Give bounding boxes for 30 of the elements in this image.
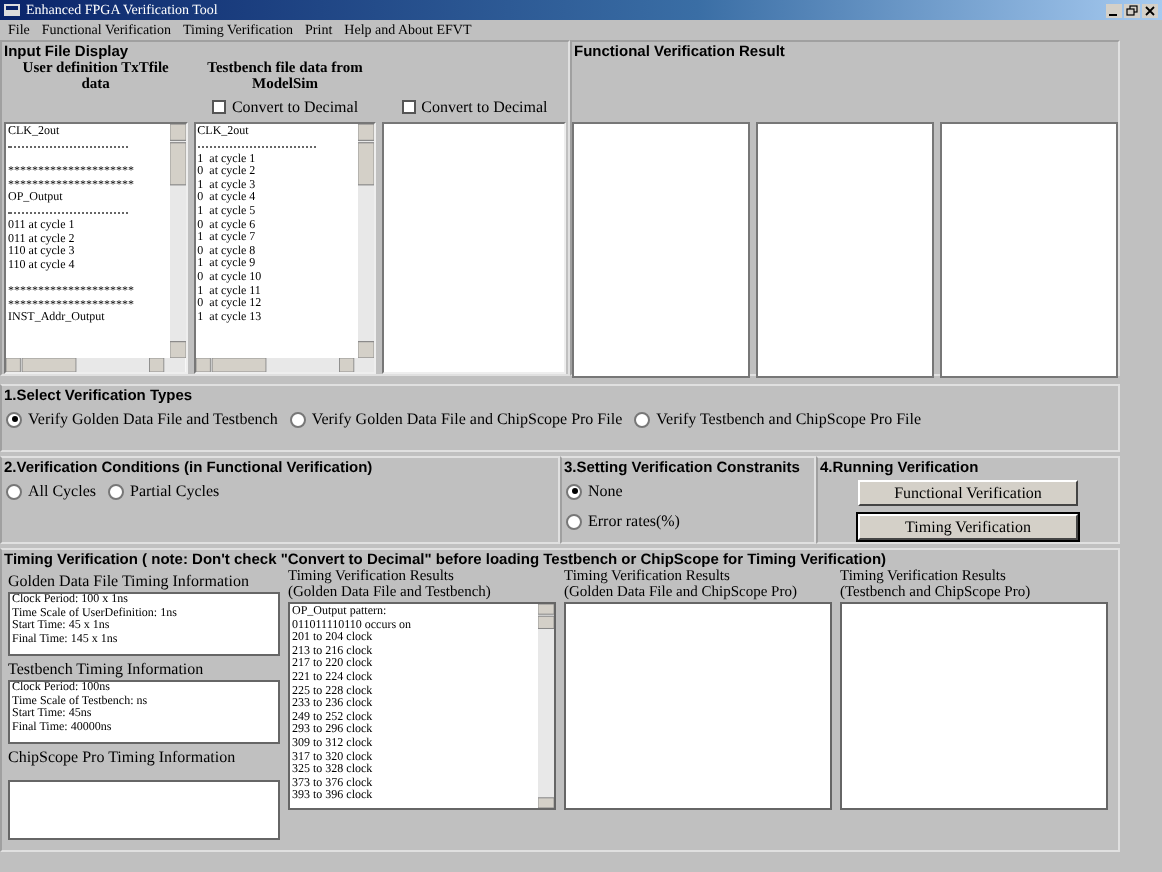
result-box[interactable] bbox=[940, 122, 1118, 378]
radio-option[interactable]: Partial Cycles bbox=[108, 482, 220, 500]
verification-button[interactable]: Functional Verification bbox=[858, 480, 1078, 506]
radio-option[interactable]: Verify Golden Data File and Testbench bbox=[6, 410, 278, 428]
radio-option[interactable]: None bbox=[566, 482, 810, 500]
results-box[interactable] bbox=[288, 602, 556, 810]
horizontal-scrollbar[interactable] bbox=[6, 358, 186, 372]
results-box[interactable] bbox=[840, 602, 1108, 810]
info-label: Golden Data File Timing Information bbox=[8, 572, 251, 592]
restore-icon[interactable] bbox=[1124, 3, 1140, 17]
minimize-icon[interactable] bbox=[1106, 3, 1122, 17]
radio-option[interactable]: Error rates(%) bbox=[566, 512, 810, 530]
verification-button[interactable]: Timing Verification bbox=[858, 514, 1078, 540]
horizontal-scrollbar[interactable] bbox=[195, 358, 375, 372]
radio-option[interactable]: Verify Testbench and ChipScope Pro File bbox=[634, 410, 922, 428]
radio-option[interactable]: Verify Golden Data File and ChipScope Pro File bbox=[289, 410, 623, 428]
results-box[interactable] bbox=[564, 602, 832, 810]
radio-option[interactable]: All Cycles bbox=[6, 482, 96, 500]
vertical-scrollbar[interactable] bbox=[538, 604, 554, 808]
info-label: ChipScope Pro Timing Information bbox=[8, 748, 238, 768]
vertical-scrollbar[interactable] bbox=[358, 124, 375, 358]
result-box[interactable] bbox=[756, 122, 934, 378]
convert-checkbox[interactable]: Convert to Decimal bbox=[211, 98, 359, 116]
info-box[interactable] bbox=[8, 780, 280, 840]
vertical-scrollbar[interactable] bbox=[169, 124, 186, 358]
close-icon[interactable] bbox=[1142, 3, 1158, 17]
convert-checkbox[interactable]: Convert to Decimal bbox=[401, 98, 548, 116]
window-icon bbox=[4, 4, 20, 16]
result-box[interactable] bbox=[572, 122, 750, 378]
info-label: Testbench Timing Information bbox=[8, 660, 206, 680]
